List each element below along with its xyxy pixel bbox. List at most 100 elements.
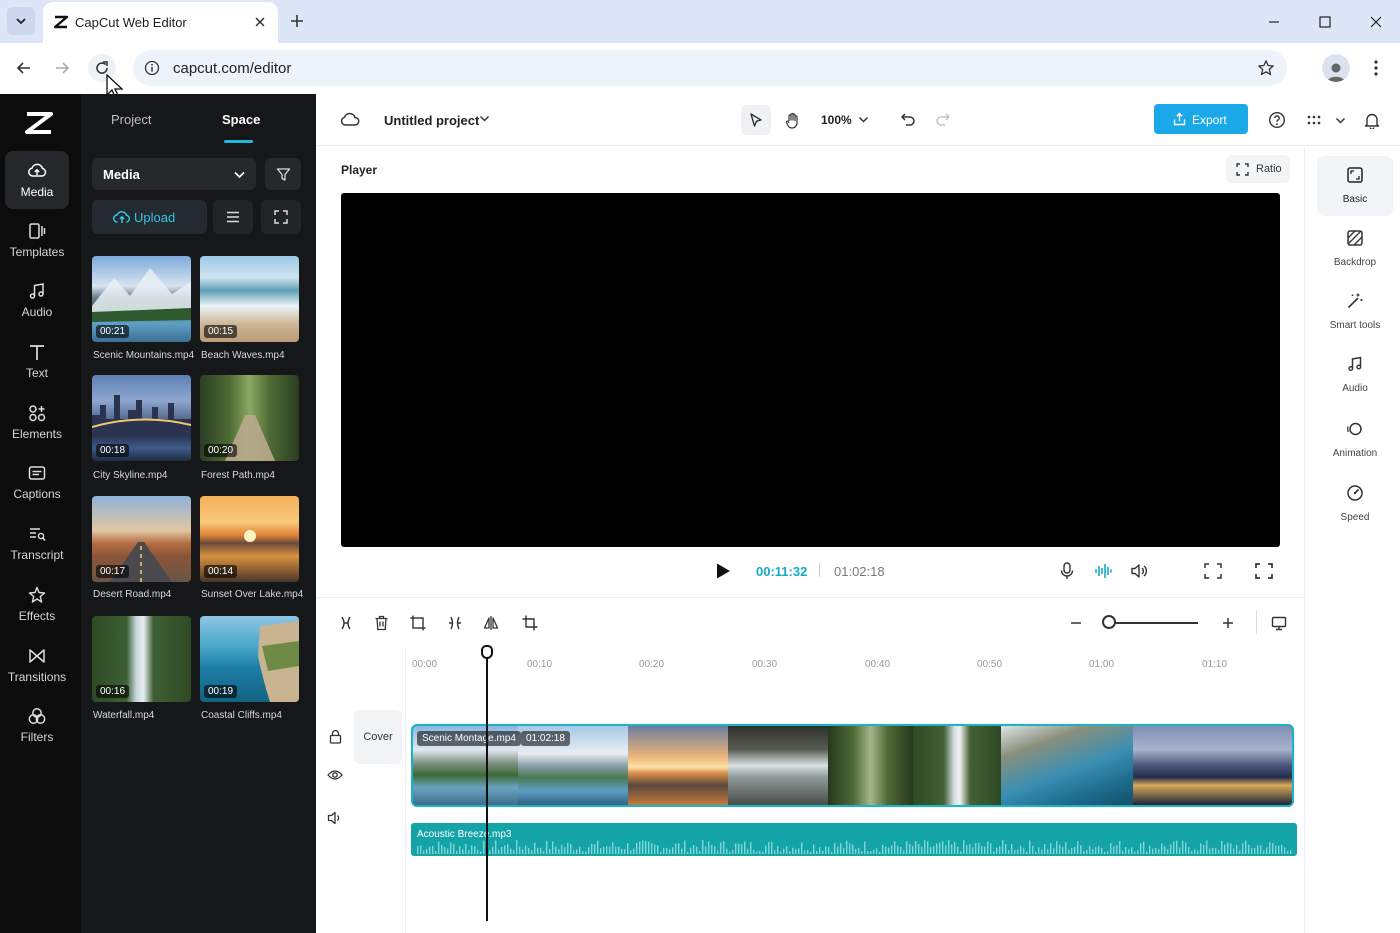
rail-item-media[interactable]: Media: [5, 151, 69, 209]
expand-panel-button[interactable]: [261, 200, 301, 234]
window-maximize-button[interactable]: [1313, 11, 1337, 33]
rail-item-audio[interactable]: Audio: [5, 271, 69, 329]
prop-item-audio[interactable]: Audio: [1317, 345, 1393, 405]
tab-close-button[interactable]: [251, 13, 269, 31]
browser-menu-button[interactable]: [1366, 56, 1386, 80]
rail-item-transitions[interactable]: Transitions: [5, 636, 69, 694]
play-button[interactable]: [710, 558, 736, 584]
prop-item-label: Speed: [1340, 512, 1370, 523]
waveform-bar: [795, 849, 797, 854]
volume-button[interactable]: [1126, 558, 1152, 584]
timeline-zoom-slider-handle[interactable]: [1102, 615, 1116, 629]
waveform-bar: [438, 841, 440, 854]
media-thumb[interactable]: 00:19: [200, 616, 299, 702]
media-type-select[interactable]: Media: [92, 158, 256, 190]
rail-item-captions[interactable]: Captions: [5, 453, 69, 511]
audio-clip[interactable]: Acoustic Breeze.mp3: [411, 823, 1297, 856]
notifications-button[interactable]: [1358, 106, 1386, 134]
media-thumb[interactable]: 00:15: [200, 256, 299, 342]
redo-button[interactable]: [929, 105, 957, 133]
select-tool-button[interactable]: [741, 105, 771, 135]
new-tab-button[interactable]: [287, 11, 307, 31]
waveform-bar: [1278, 845, 1280, 854]
undo-button[interactable]: [894, 105, 922, 133]
help-button[interactable]: [1263, 106, 1291, 134]
waveform-bar: [477, 849, 479, 854]
flip-button[interactable]: [478, 610, 504, 636]
timeline-toolbar: [316, 597, 1304, 647]
timeline-zoom-in-button[interactable]: [1215, 610, 1241, 636]
rail-item-templates[interactable]: Templates: [5, 211, 69, 269]
waveform-bar: [837, 846, 839, 854]
mute-track-button[interactable]: [326, 809, 344, 827]
project-title[interactable]: Untitled project: [384, 113, 479, 128]
account-menu-button[interactable]: [1326, 106, 1354, 134]
media-thumb[interactable]: 00:21: [92, 256, 191, 342]
playhead-handle[interactable]: [481, 645, 493, 659]
audio-waveform-button[interactable]: [1090, 558, 1116, 584]
list-view-button[interactable]: [213, 200, 253, 234]
timeline-view-button[interactable]: [1266, 610, 1292, 636]
rail-item-effects[interactable]: Effects: [5, 575, 69, 633]
filter-button[interactable]: [265, 158, 301, 190]
waveform-bar: [813, 844, 815, 854]
waveform-bar: [501, 846, 503, 854]
timeline-zoom-out-button[interactable]: [1063, 610, 1089, 636]
tab-project[interactable]: Project: [111, 112, 151, 127]
video-preview-canvas[interactable]: [341, 193, 1280, 547]
crop-frame-button[interactable]: [405, 610, 431, 636]
waveform-bar: [459, 846, 461, 854]
zoom-menu-button[interactable]: [852, 108, 874, 130]
prop-item-animation[interactable]: Animation: [1317, 410, 1393, 470]
project-menu-button[interactable]: [472, 106, 496, 130]
split-button[interactable]: [333, 610, 359, 636]
media-thumb[interactable]: 00:16: [92, 616, 191, 702]
prop-item-speed[interactable]: Speed: [1317, 474, 1393, 534]
site-info-icon[interactable]: [144, 60, 160, 76]
rail-item-transcript[interactable]: Transcript: [5, 514, 69, 572]
cloud-sync-button[interactable]: [336, 105, 364, 133]
bookmark-star-icon[interactable]: [1257, 59, 1275, 77]
crop-button[interactable]: [517, 610, 543, 636]
window-minimize-button[interactable]: [1262, 11, 1286, 33]
back-button[interactable]: [10, 54, 38, 82]
rail-item-text[interactable]: Text: [5, 332, 69, 390]
upload-button[interactable]: Upload: [92, 200, 207, 234]
waveform-bar: [561, 844, 563, 854]
tab-space[interactable]: Space: [222, 112, 260, 127]
cover-button[interactable]: Cover: [354, 710, 402, 764]
rail-item-filters[interactable]: Filters: [5, 696, 69, 754]
record-voiceover-button[interactable]: [1054, 558, 1080, 584]
tab-search-dropdown-button[interactable]: [7, 7, 35, 35]
lock-track-button[interactable]: [326, 727, 344, 745]
waveform-bar: [738, 843, 740, 854]
ratio-button[interactable]: Ratio: [1226, 155, 1290, 183]
zoom-level[interactable]: 100%: [821, 113, 852, 127]
duration-badge: 00:15: [204, 325, 238, 338]
prop-item-smart-tools[interactable]: Smart tools: [1317, 282, 1393, 342]
window-close-button[interactable]: [1364, 11, 1388, 33]
delete-button[interactable]: [368, 610, 394, 636]
media-thumb[interactable]: 00:14: [200, 496, 299, 582]
prop-item-backdrop[interactable]: Backdrop: [1317, 219, 1393, 279]
url-text: capcut.com/editor: [173, 60, 292, 77]
export-button[interactable]: Export: [1154, 104, 1248, 134]
timeline-zoom-track[interactable]: [1108, 622, 1198, 624]
omnibox[interactable]: capcut.com/editor: [133, 50, 1287, 86]
forward-button[interactable]: [48, 54, 76, 82]
hand-tool-button[interactable]: [778, 105, 808, 135]
media-thumb[interactable]: 00:20: [200, 375, 299, 461]
waveform-bar: [603, 846, 605, 854]
profile-avatar[interactable]: [1322, 54, 1350, 82]
fit-screen-button[interactable]: [1200, 558, 1226, 584]
rail-item-elements[interactable]: Elements: [5, 393, 69, 451]
video-clip[interactable]: Scenic Montage.mp4 01:02:18: [411, 724, 1294, 807]
apps-grid-button[interactable]: [1300, 106, 1328, 134]
toggle-visibility-button[interactable]: [326, 766, 344, 784]
browser-tab-active[interactable]: CapCut Web Editor: [43, 2, 278, 43]
prop-item-basic[interactable]: Basic: [1317, 156, 1393, 216]
fullscreen-button[interactable]: [1251, 558, 1277, 584]
media-thumb[interactable]: 00:17: [92, 496, 191, 582]
media-thumb[interactable]: 00:18: [92, 375, 191, 461]
trim-button[interactable]: [442, 610, 468, 636]
